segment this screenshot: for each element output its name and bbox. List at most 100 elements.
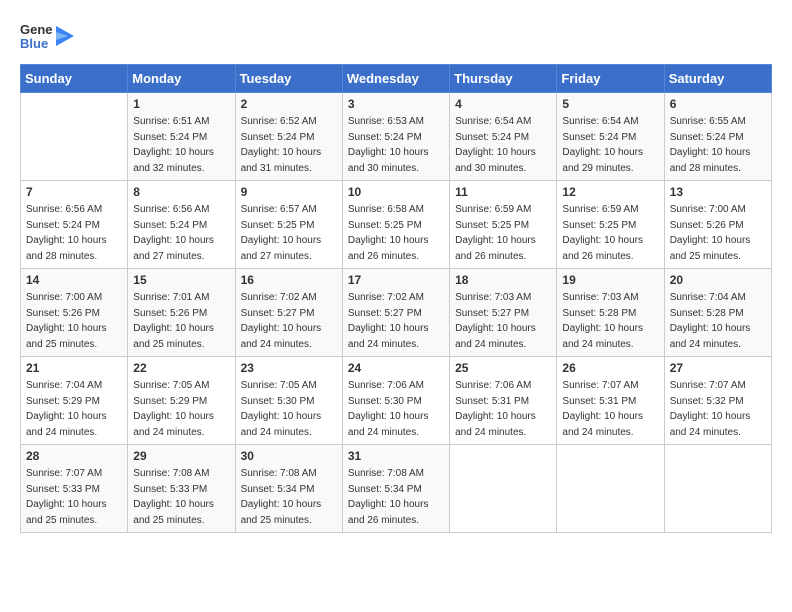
header-day-friday: Friday: [557, 65, 664, 93]
day-info: Sunrise: 6:55 AMSunset: 5:24 PMDaylight:…: [670, 114, 766, 176]
calendar-cell: 6 Sunrise: 6:55 AMSunset: 5:24 PMDaylight…: [664, 93, 771, 181]
day-info: Sunrise: 6:59 AMSunset: 5:25 PMDaylight:…: [562, 202, 658, 264]
day-number: 14: [26, 273, 122, 287]
day-number: 26: [562, 361, 658, 375]
calendar-cell: 19Sunrise: 7:03 AMSunset: 5:28 PMDayligh…: [557, 269, 664, 357]
day-number: 30: [241, 449, 337, 463]
day-number: 17: [348, 273, 444, 287]
calendar-cell: 29Sunrise: 7:08 AMSunset: 5:33 PMDayligh…: [128, 445, 235, 533]
calendar-cell: 28Sunrise: 7:07 AMSunset: 5:33 PMDayligh…: [21, 445, 128, 533]
week-row-3: 21Sunrise: 7:04 AMSunset: 5:29 PMDayligh…: [21, 357, 772, 445]
day-info: Sunrise: 6:57 AMSunset: 5:25 PMDaylight:…: [241, 202, 337, 264]
day-info: Sunrise: 6:51 AMSunset: 5:24 PMDaylight:…: [133, 114, 229, 176]
calendar-cell: 2 Sunrise: 6:52 AMSunset: 5:24 PMDaylight…: [235, 93, 342, 181]
day-number: 23: [241, 361, 337, 375]
day-info: Sunrise: 7:04 AMSunset: 5:29 PMDaylight:…: [26, 378, 122, 440]
calendar-cell: 1 Sunrise: 6:51 AMSunset: 5:24 PMDaylight…: [128, 93, 235, 181]
calendar-cell: 24 Sunrise: 7:06 AMSunset: 5:30 PMDayligh…: [342, 357, 449, 445]
day-info: Sunrise: 7:04 AMSunset: 5:28 PMDaylight:…: [670, 290, 766, 352]
calendar-cell: 25 Sunrise: 7:06 AMSunset: 5:31 PMDayligh…: [450, 357, 557, 445]
calendar-cell: 11 Sunrise: 6:59 AMSunset: 5:25 PMDayligh…: [450, 181, 557, 269]
day-number: 15: [133, 273, 229, 287]
day-info: Sunrise: 7:03 AMSunset: 5:27 PMDaylight:…: [455, 290, 551, 352]
svg-text:General: General: [20, 22, 52, 37]
header-row: SundayMondayTuesdayWednesdayThursdayFrid…: [21, 65, 772, 93]
calendar-cell: 7 Sunrise: 6:56 AMSunset: 5:24 PMDaylight…: [21, 181, 128, 269]
day-number: 28: [26, 449, 122, 463]
day-number: 31: [348, 449, 444, 463]
header-day-monday: Monday: [128, 65, 235, 93]
day-info: Sunrise: 7:07 AMSunset: 5:31 PMDaylight:…: [562, 378, 658, 440]
day-number: 13: [670, 185, 766, 199]
day-info: Sunrise: 7:02 AMSunset: 5:27 PMDaylight:…: [241, 290, 337, 352]
calendar-cell: 10Sunrise: 6:58 AMSunset: 5:25 PMDayligh…: [342, 181, 449, 269]
day-info: Sunrise: 6:59 AMSunset: 5:25 PMDaylight:…: [455, 202, 551, 264]
day-info: Sunrise: 7:08 AMSunset: 5:34 PMDaylight:…: [348, 466, 444, 528]
calendar-cell: 27 Sunrise: 7:07 AMSunset: 5:32 PMDayligh…: [664, 357, 771, 445]
day-info: Sunrise: 6:53 AMSunset: 5:24 PMDaylight:…: [348, 114, 444, 176]
week-row-0: 1 Sunrise: 6:51 AMSunset: 5:24 PMDaylight…: [21, 93, 772, 181]
day-info: Sunrise: 7:08 AMSunset: 5:33 PMDaylight:…: [133, 466, 229, 528]
day-info: Sunrise: 6:56 AMSunset: 5:24 PMDaylight:…: [26, 202, 122, 264]
day-number: 16: [241, 273, 337, 287]
day-number: 10: [348, 185, 444, 199]
day-number: 5: [562, 97, 658, 111]
day-number: 25: [455, 361, 551, 375]
calendar-cell: 26 Sunrise: 7:07 AMSunset: 5:31 PMDayligh…: [557, 357, 664, 445]
calendar-cell: 21Sunrise: 7:04 AMSunset: 5:29 PMDayligh…: [21, 357, 128, 445]
day-number: 12: [562, 185, 658, 199]
day-info: Sunrise: 6:56 AMSunset: 5:24 PMDaylight:…: [133, 202, 229, 264]
header: General Blue: [20, 18, 772, 54]
header-day-wednesday: Wednesday: [342, 65, 449, 93]
calendar-body: 1 Sunrise: 6:51 AMSunset: 5:24 PMDaylight…: [21, 93, 772, 533]
page: General Blue SundayMondayTuesdayWednesda…: [0, 0, 792, 612]
day-info: Sunrise: 7:05 AMSunset: 5:29 PMDaylight:…: [133, 378, 229, 440]
calendar-cell: 18Sunrise: 7:03 AMSunset: 5:27 PMDayligh…: [450, 269, 557, 357]
calendar-cell: 3Sunrise: 6:53 AMSunset: 5:24 PMDaylight…: [342, 93, 449, 181]
week-row-2: 14 Sunrise: 7:00 AMSunset: 5:26 PMDayligh…: [21, 269, 772, 357]
day-number: 19: [562, 273, 658, 287]
calendar-cell: 13 Sunrise: 7:00 AMSunset: 5:26 PMDayligh…: [664, 181, 771, 269]
day-number: 2: [241, 97, 337, 111]
day-info: Sunrise: 7:08 AMSunset: 5:34 PMDaylight:…: [241, 466, 337, 528]
calendar-cell: [21, 93, 128, 181]
day-number: 6: [670, 97, 766, 111]
day-info: Sunrise: 6:52 AMSunset: 5:24 PMDaylight:…: [241, 114, 337, 176]
header-day-saturday: Saturday: [664, 65, 771, 93]
day-number: 4: [455, 97, 551, 111]
calendar-cell: 31 Sunrise: 7:08 AMSunset: 5:34 PMDayligh…: [342, 445, 449, 533]
day-info: Sunrise: 7:02 AMSunset: 5:27 PMDaylight:…: [348, 290, 444, 352]
calendar-cell: [450, 445, 557, 533]
header-day-tuesday: Tuesday: [235, 65, 342, 93]
day-number: 9: [241, 185, 337, 199]
calendar-header: SundayMondayTuesdayWednesdayThursdayFrid…: [21, 65, 772, 93]
calendar-cell: 9 Sunrise: 6:57 AMSunset: 5:25 PMDaylight…: [235, 181, 342, 269]
day-number: 27: [670, 361, 766, 375]
logo-arrow: [56, 18, 74, 54]
day-info: Sunrise: 7:00 AMSunset: 5:26 PMDaylight:…: [670, 202, 766, 264]
day-info: Sunrise: 7:00 AMSunset: 5:26 PMDaylight:…: [26, 290, 122, 352]
day-info: Sunrise: 7:01 AMSunset: 5:26 PMDaylight:…: [133, 290, 229, 352]
week-row-1: 7 Sunrise: 6:56 AMSunset: 5:24 PMDaylight…: [21, 181, 772, 269]
calendar-cell: 16 Sunrise: 7:02 AMSunset: 5:27 PMDayligh…: [235, 269, 342, 357]
day-number: 20: [670, 273, 766, 287]
day-info: Sunrise: 7:06 AMSunset: 5:30 PMDaylight:…: [348, 378, 444, 440]
day-info: Sunrise: 7:06 AMSunset: 5:31 PMDaylight:…: [455, 378, 551, 440]
day-number: 24: [348, 361, 444, 375]
day-number: 11: [455, 185, 551, 199]
svg-text:Blue: Blue: [20, 36, 48, 51]
calendar-cell: 22Sunrise: 7:05 AMSunset: 5:29 PMDayligh…: [128, 357, 235, 445]
calendar-cell: 8Sunrise: 6:56 AMSunset: 5:24 PMDaylight…: [128, 181, 235, 269]
calendar: SundayMondayTuesdayWednesdayThursdayFrid…: [20, 64, 772, 533]
calendar-cell: 30 Sunrise: 7:08 AMSunset: 5:34 PMDayligh…: [235, 445, 342, 533]
calendar-cell: 5 Sunrise: 6:54 AMSunset: 5:24 PMDaylight…: [557, 93, 664, 181]
day-number: 7: [26, 185, 122, 199]
day-info: Sunrise: 6:54 AMSunset: 5:24 PMDaylight:…: [562, 114, 658, 176]
day-info: Sunrise: 7:07 AMSunset: 5:32 PMDaylight:…: [670, 378, 766, 440]
day-number: 1: [133, 97, 229, 111]
calendar-cell: 4Sunrise: 6:54 AMSunset: 5:24 PMDaylight…: [450, 93, 557, 181]
calendar-cell: 14 Sunrise: 7:00 AMSunset: 5:26 PMDayligh…: [21, 269, 128, 357]
calendar-cell: [557, 445, 664, 533]
calendar-cell: 15 Sunrise: 7:01 AMSunset: 5:26 PMDayligh…: [128, 269, 235, 357]
logo-svg: General Blue: [20, 18, 52, 54]
